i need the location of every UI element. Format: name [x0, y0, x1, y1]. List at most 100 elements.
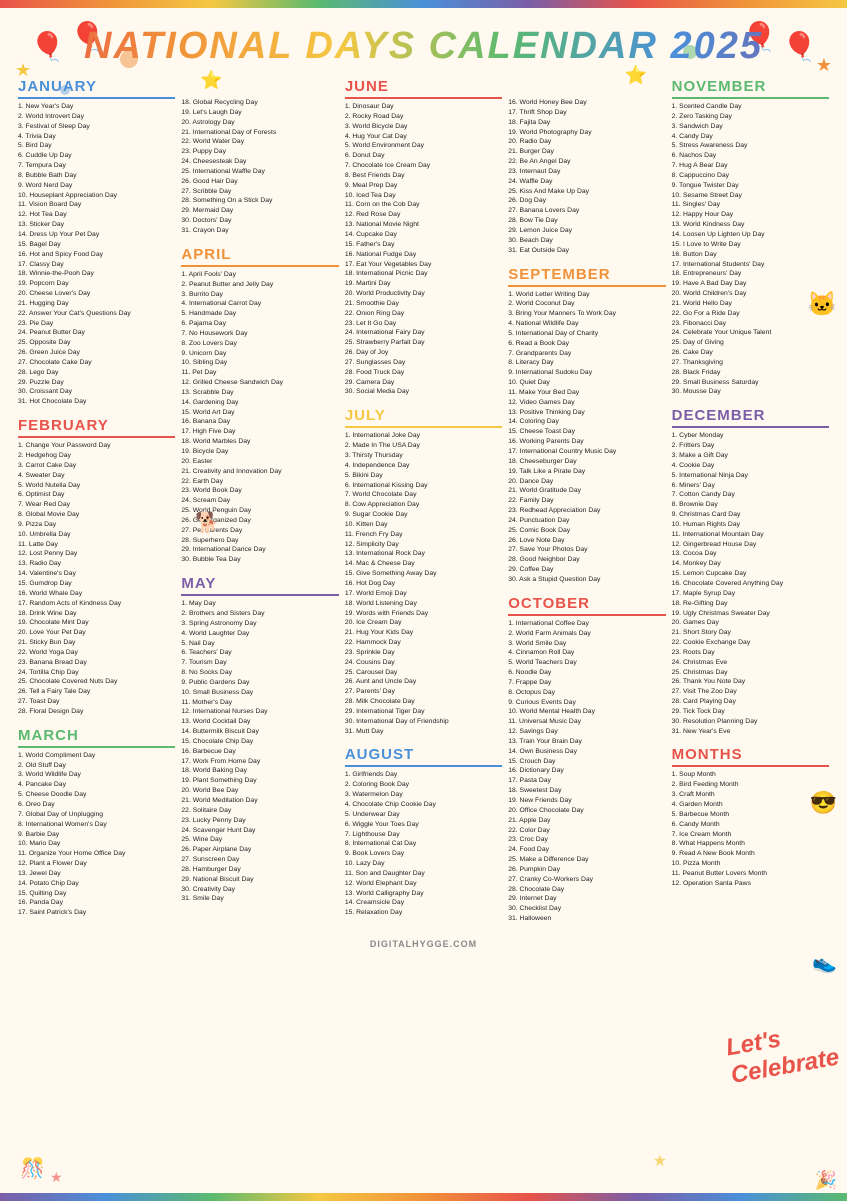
- october-section: October 1. International Coffee Day2. Wo…: [508, 595, 665, 924]
- list-item: 6. Optimist Day: [18, 490, 175, 500]
- list-item: 20. Office Chocolate Day: [508, 806, 665, 816]
- list-item: 22. Answer Your Cat's Questions Day: [18, 309, 175, 319]
- list-item: 18. Drink Wine Day: [18, 609, 175, 619]
- list-item: 18. World Listening Day: [345, 599, 502, 609]
- list-item: 22. Color Day: [508, 826, 665, 836]
- list-item: 9. Word Nerd Day: [18, 181, 175, 191]
- list-item: 31. Halloween: [508, 914, 665, 924]
- list-item: 31. Crayon Day: [181, 226, 338, 236]
- list-item: 2. Old Stuff Day: [18, 761, 175, 771]
- list-item: 17. International Students' Day: [672, 260, 829, 270]
- list-item: 12. Plant a Flower Day: [18, 859, 175, 869]
- list-item: 9. Read A New Book Month: [672, 849, 829, 859]
- column-1: January 1. New Year's Day2. World Introv…: [18, 78, 175, 934]
- list-item: 23. Redhead Appreciation Day: [508, 506, 665, 516]
- march-list: 1. World Compliment Day2. Old Stuff Day3…: [18, 751, 175, 918]
- list-item: 25. International Waffle Day: [181, 167, 338, 177]
- list-item: 24. Cousins Day: [345, 658, 502, 668]
- list-item: 6. Donut Day: [345, 151, 502, 161]
- list-item: 8. Global Movie Day: [18, 510, 175, 520]
- list-item: 21. Apple Day: [508, 816, 665, 826]
- list-item: 25. Kiss And Make Up Day: [508, 187, 665, 197]
- list-item: 30. Checklist Day: [508, 904, 665, 914]
- list-item: 23. Pie Day: [18, 319, 175, 329]
- footer: DIGITALHYGGE.COM: [10, 934, 837, 951]
- list-item: 26. Green Juice Day: [18, 348, 175, 358]
- list-item: 27. Sunglasses Day: [345, 358, 502, 368]
- list-item: 19. Bicycle Day: [181, 447, 338, 457]
- december-list: 1. Cyber Monday2. Fritters Day3. Make a …: [672, 431, 829, 736]
- list-item: 2. Hedgehog Day: [18, 451, 175, 461]
- list-item: 9. Curious Events Day: [508, 698, 665, 708]
- list-item: 20. Ice Cream Day: [345, 618, 502, 628]
- list-item: 7. World Chocolate Day: [345, 490, 502, 500]
- list-item: 12. Simplicity Day: [345, 540, 502, 550]
- list-item: 18. International Picnic Day: [345, 269, 502, 279]
- list-item: 5. Underwear Day: [345, 810, 502, 820]
- list-item: 12. Video Games Day: [508, 398, 665, 408]
- list-item: 7. Ice Cream Month: [672, 830, 829, 840]
- january-title: January: [18, 78, 175, 99]
- list-item: 19. New Friends Day: [508, 796, 665, 806]
- list-item: 12. Grilled Cheese Sandwich Day: [181, 378, 338, 388]
- list-item: 2. Zero Tasking Day: [672, 112, 829, 122]
- list-item: 1. Dinosaur Day: [345, 102, 502, 112]
- list-item: 3. Festival of Sleep Day: [18, 122, 175, 132]
- list-item: 15. Chocolate Chip Day: [181, 737, 338, 747]
- march-title: March: [18, 727, 175, 748]
- bottom-star-right: ★: [653, 1151, 667, 1171]
- list-item: 14. Mac & Cheese Day: [345, 559, 502, 569]
- list-item: 3. World Smile Day: [508, 639, 665, 649]
- list-item: 12. Savings Day: [508, 727, 665, 737]
- bottom-deco-left: 🎊: [20, 1156, 45, 1181]
- list-item: 12. International Nurses Day: [181, 707, 338, 717]
- list-item: 18. Re-Gifting Day: [672, 599, 829, 609]
- list-item: 8. No Socks Day: [181, 668, 338, 678]
- list-item: 7. Chocolate Ice Cream Day: [345, 161, 502, 171]
- list-item: 6. International Kissing Day: [345, 481, 502, 491]
- list-item: 6. Miners' Day: [672, 481, 829, 491]
- list-item: 8. Zoo Lovers Day: [181, 339, 338, 349]
- list-item: 9. Tongue Twister Day: [672, 181, 829, 191]
- list-item: 10. Kitten Day: [345, 520, 502, 530]
- list-item: 19. Talk Like a Pirate Day: [508, 467, 665, 477]
- list-item: 3. Sandwich Day: [672, 122, 829, 132]
- list-item: 3. World Wildlife Day: [18, 770, 175, 780]
- list-item: 9. Unicorn Day: [181, 349, 338, 359]
- list-item: 4. Sweater Day: [18, 471, 175, 481]
- list-item: 15. Cheese Toast Day: [508, 427, 665, 437]
- list-item: 2. Bird Feeding Month: [672, 780, 829, 790]
- list-item: 21. Creativity and Innovation Day: [181, 467, 338, 477]
- list-item: 15. Father's Day: [345, 240, 502, 250]
- list-item: 18. Entrepreneurs' Day: [672, 269, 829, 279]
- list-item: 14. Loosen Up Lighten Up Day: [672, 230, 829, 240]
- list-item: 10. Mario Day: [18, 839, 175, 849]
- list-item: 14. Monkey Day: [672, 559, 829, 569]
- list-item: 20. World Bee Day: [181, 786, 338, 796]
- column-2: 18. Global Recycling Day19. Let's Laugh …: [181, 78, 338, 934]
- april-title: April: [181, 246, 338, 267]
- list-item: 15. Gumdrop Day: [18, 579, 175, 589]
- list-item: 21. Hugging Day: [18, 299, 175, 309]
- list-item: 27. Pet Parents Day: [181, 526, 338, 536]
- list-item: 26. Aunt and Uncle Day: [345, 677, 502, 687]
- list-item: 22. Hammock Day: [345, 638, 502, 648]
- list-item: 16. Panda Day: [18, 898, 175, 908]
- list-item: 14. Potato Chip Day: [18, 879, 175, 889]
- list-item: 19. Popcorn Day: [18, 279, 175, 289]
- list-item: 25. Carousel Day: [345, 668, 502, 678]
- list-item: 3. Craft Month: [672, 790, 829, 800]
- list-item: 18. Winnie-the-Pooh Day: [18, 269, 175, 279]
- list-item: 5. World Teachers Day: [508, 658, 665, 668]
- list-item: 23. Lucky Penny Day: [181, 816, 338, 826]
- list-item: 31. Smile Day: [181, 894, 338, 904]
- list-item: 13. Cocoa Day: [672, 549, 829, 559]
- list-item: 24. Tortilla Chip Day: [18, 668, 175, 678]
- list-item: 4. Cinnamon Roll Day: [508, 648, 665, 658]
- list-item: 18. World Marbles Day: [181, 437, 338, 447]
- list-item: 27. Toast Day: [18, 697, 175, 707]
- list-item: 2. World Introvert Day: [18, 112, 175, 122]
- list-item: 10. Houseplant Appreciation Day: [18, 191, 175, 201]
- list-item: 2. Rocky Road Day: [345, 112, 502, 122]
- list-item: 5. World Nutella Day: [18, 481, 175, 491]
